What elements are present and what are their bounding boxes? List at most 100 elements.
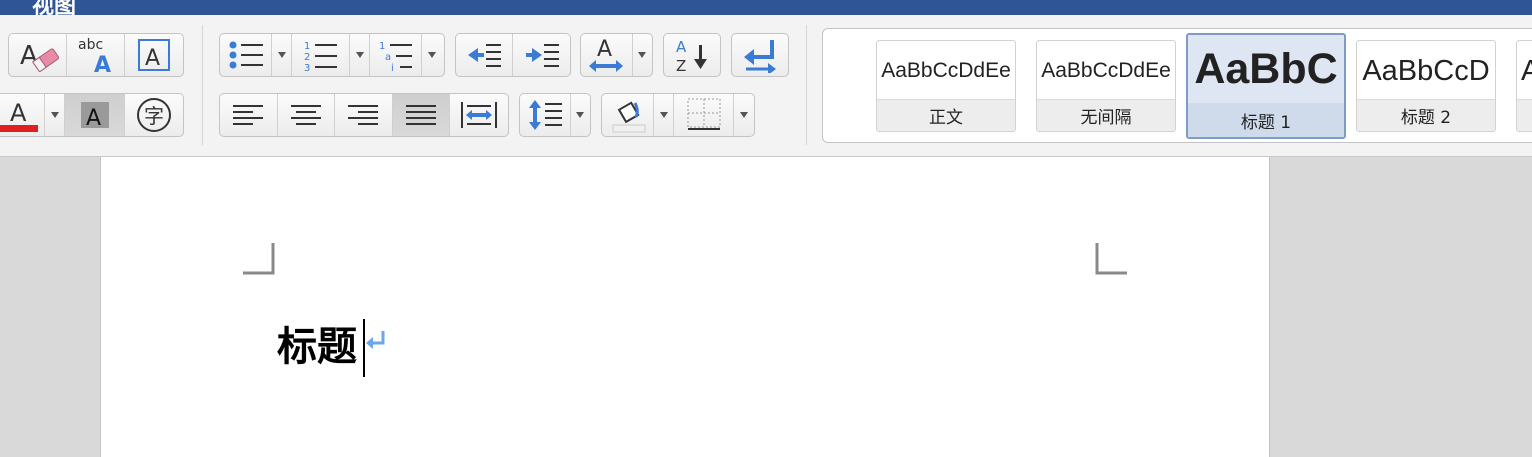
style-name: 标题 1	[1188, 103, 1344, 137]
styles-gallery: AaBbCcDdEe 正文 AaBbCcDdEe 无间隔 AaBbC 标题 1 …	[822, 28, 1532, 143]
svg-text:2: 2	[304, 52, 310, 63]
character-border-button[interactable]: 字	[125, 94, 183, 136]
align-center-button[interactable]	[278, 94, 336, 136]
svg-text:A: A	[597, 37, 612, 62]
shading-border-tools	[601, 93, 755, 137]
style-preview: AaBbCcDdEe	[881, 59, 1011, 82]
multilevel-list-icon: 1ai	[379, 41, 412, 71]
bullets-button[interactable]	[220, 34, 272, 76]
chevron-down-icon	[428, 52, 436, 58]
bullets-dropdown[interactable]	[272, 34, 292, 76]
style-heading-1[interactable]: AaBbC 标题 1	[1186, 33, 1346, 139]
paint-bucket-icon	[612, 101, 645, 133]
svg-text:3: 3	[304, 63, 310, 71]
align-left-button[interactable]	[220, 94, 278, 136]
spell-check-button[interactable]: abc A	[67, 34, 125, 76]
style-name: 正文	[877, 99, 1015, 131]
increase-indent-icon	[525, 44, 559, 67]
svg-text:1: 1	[379, 41, 385, 52]
chevron-down-icon	[576, 112, 585, 118]
line-spacing-dropdown[interactable]	[571, 94, 590, 136]
align-right-button[interactable]	[335, 94, 393, 136]
chevron-down-icon	[659, 112, 668, 118]
text-direction-icon: A	[589, 37, 624, 72]
paragraph-mark-icon	[366, 331, 385, 349]
document-page[interactable]: 标题	[100, 157, 1270, 457]
svg-text:A: A	[94, 53, 111, 74]
svg-text:字: 字	[144, 104, 164, 128]
text-direction-dropdown[interactable]	[633, 34, 652, 76]
style-name: 无间隔	[1037, 99, 1175, 131]
highlight-icon: A	[80, 102, 109, 130]
style-preview: AaBbCcDdEe	[1041, 59, 1171, 82]
chevron-down-icon	[277, 52, 286, 58]
list-tools: 123 1ai	[219, 33, 445, 77]
chevron-down-icon	[638, 52, 647, 58]
sort-button[interactable]: A Z	[664, 34, 720, 76]
style-preview: A	[1517, 41, 1532, 101]
line-spacing-tools	[519, 93, 591, 137]
text-box-button[interactable]: A	[125, 34, 183, 76]
svg-text:A: A	[86, 106, 101, 130]
font-color-dropdown[interactable]	[45, 94, 65, 136]
style-heading-2[interactable]: AaBbCcD 标题 2	[1356, 40, 1496, 132]
numbering-dropdown[interactable]	[350, 34, 370, 76]
distributed-button[interactable]	[450, 94, 508, 136]
multilevel-list-dropdown[interactable]	[422, 34, 442, 76]
ribbon: A abc A A A A 字 1 2 3 1 a i A A Z AaBbCc…	[0, 15, 1532, 157]
svg-text:A: A	[676, 38, 687, 56]
text-direction-tools: A	[580, 33, 653, 77]
align-left-icon	[233, 105, 264, 125]
style-no-spacing[interactable]: AaBbCcDdEe 无间隔	[1036, 40, 1176, 132]
indent-tools	[455, 33, 571, 77]
shading-dropdown[interactable]	[654, 94, 674, 136]
style-preview: AaBbCcD	[1362, 54, 1490, 87]
svg-text:abc: abc	[78, 37, 103, 53]
multilevel-list-button[interactable]: 1ai	[370, 34, 422, 76]
svg-text:a: a	[385, 52, 391, 63]
paragraph-mark-icon	[744, 40, 776, 73]
style-next[interactable]: A	[1516, 40, 1532, 132]
line-spacing-button[interactable]	[520, 94, 571, 136]
svg-text:Z: Z	[676, 57, 686, 73]
abc-spell-icon: abc A	[78, 37, 111, 74]
font-tools-row1: A abc A A	[8, 33, 184, 77]
align-center-icon	[290, 105, 321, 125]
svg-text:A: A	[10, 99, 27, 127]
sort-tools: A Z	[663, 33, 721, 77]
borders-dropdown[interactable]	[734, 94, 754, 136]
style-normal[interactable]: AaBbCcDdEe 正文	[876, 40, 1016, 132]
font-color-icon: A	[0, 99, 38, 132]
show-marks-tools	[731, 33, 789, 77]
svg-text:A: A	[145, 46, 160, 71]
borders-button[interactable]	[674, 94, 734, 136]
highlight-button[interactable]: A	[65, 94, 125, 136]
text-direction-button[interactable]: A	[581, 34, 633, 76]
numbered-list-icon: 123	[304, 41, 337, 71]
decrease-indent-icon	[468, 44, 501, 67]
justify-icon	[406, 105, 437, 125]
tab-view[interactable]: 视图	[32, 0, 76, 15]
increase-indent-button[interactable]	[513, 34, 570, 76]
justify-button[interactable]	[392, 94, 451, 136]
svg-text:i: i	[391, 63, 394, 71]
font-tools-row2: A A 字	[0, 93, 184, 137]
style-name	[1517, 99, 1532, 131]
title-bar: 视图	[0, 0, 1532, 15]
sort-az-icon: A Z	[676, 38, 707, 73]
decrease-indent-button[interactable]	[456, 34, 514, 76]
clear-formatting-button[interactable]: A	[9, 34, 67, 76]
font-color-button[interactable]: A	[0, 94, 45, 136]
borders-icon	[687, 98, 720, 130]
alignment-tools	[219, 93, 509, 137]
separator	[806, 25, 807, 145]
align-right-icon	[348, 105, 379, 125]
chevron-down-icon	[740, 112, 748, 118]
shading-button[interactable]	[602, 94, 654, 136]
show-paragraph-marks-button[interactable]	[732, 34, 788, 76]
line-spacing-icon	[528, 100, 562, 130]
style-preview: AaBbC	[1194, 44, 1338, 93]
document-heading-text[interactable]: 标题	[277, 325, 357, 369]
numbering-button[interactable]: 123	[292, 34, 350, 76]
separator	[202, 25, 203, 145]
